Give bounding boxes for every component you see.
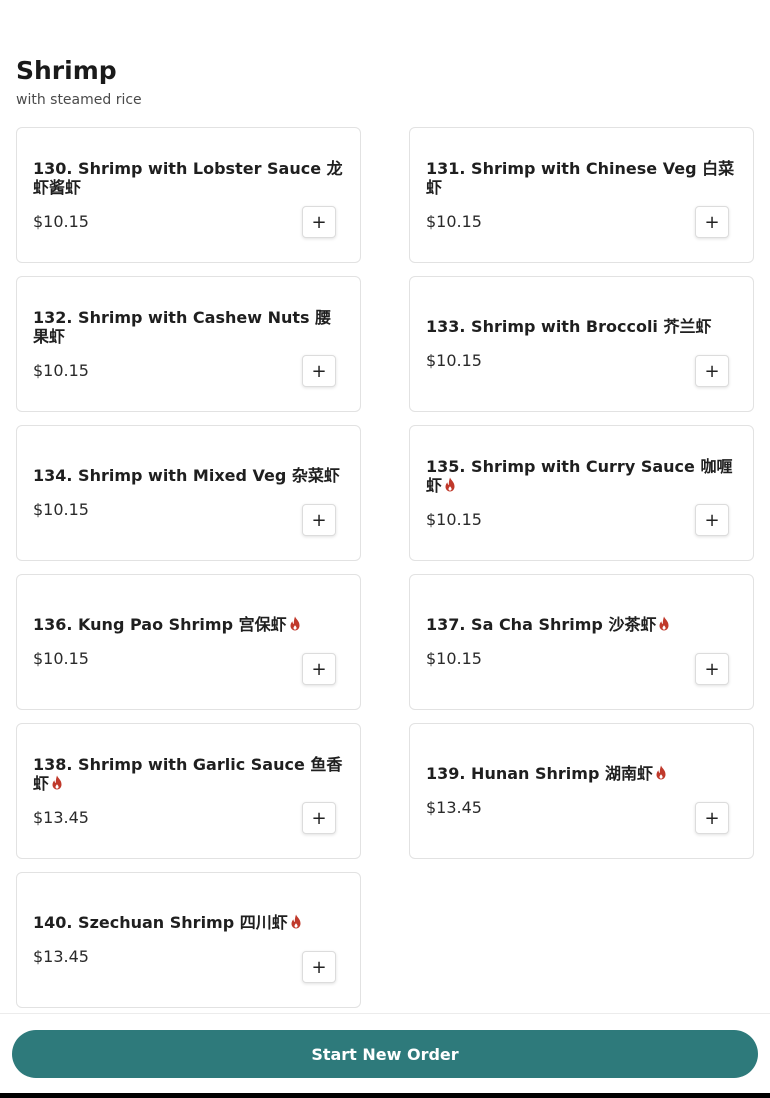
menu-item-name: 133. Shrimp with Broccoli 芥兰虾: [426, 317, 737, 336]
menu-item-card[interactable]: 134. Shrimp with Mixed Veg 杂菜虾 $10.15 +: [16, 425, 361, 561]
add-to-cart-button[interactable]: +: [695, 355, 729, 387]
menu-item-body: 133. Shrimp with Broccoli 芥兰虾 $10.15: [426, 277, 737, 411]
bottom-edge-bar: [0, 1093, 770, 1098]
menu-item-name-chinese: 宫保虾: [238, 615, 287, 634]
menu-item-body: 139. Hunan Shrimp 湖南虾 $13.45: [426, 724, 737, 858]
menu-item-body: 130. Shrimp with Lobster Sauce 龙虾酱虾 $10.…: [33, 128, 344, 262]
menu-item-name-english: 135. Shrimp with Curry Sauce: [426, 456, 695, 476]
menu-item-card[interactable]: 133. Shrimp with Broccoli 芥兰虾 $10.15 +: [409, 276, 754, 412]
menu-item-card[interactable]: 132. Shrimp with Cashew Nuts 腰果虾 $10.15 …: [16, 276, 361, 412]
menu-item-name-english: 131. Shrimp with Chinese Veg: [426, 158, 697, 178]
flame-icon: [445, 477, 455, 491]
menu-item-price: $13.45: [33, 947, 89, 966]
flame-icon: [290, 616, 300, 631]
menu-item-price: $13.45: [33, 807, 89, 827]
add-to-cart-button[interactable]: +: [695, 802, 729, 834]
menu-item-body: 131. Shrimp with Chinese Veg 白菜虾 $10.15: [426, 128, 737, 262]
menu-item-body: 134. Shrimp with Mixed Veg 杂菜虾 $10.15: [33, 426, 344, 560]
menu-item-name-english: 136. Kung Pao Shrimp: [33, 615, 234, 634]
menu-item-body: 136. Kung Pao Shrimp 宫保虾 $10.15: [33, 575, 344, 709]
menu-item-name-english: 140. Szechuan Shrimp: [33, 913, 235, 932]
menu-item-name-chinese: 四川虾: [239, 913, 288, 932]
footer-bar: Start New Order: [0, 1013, 770, 1094]
menu-item-name: 135. Shrimp with Curry Sauce 咖喱虾: [426, 457, 737, 495]
menu-item-name: 138. Shrimp with Garlic Sauce 鱼香虾: [33, 755, 344, 793]
section-title: Shrimp: [16, 56, 117, 85]
menu-item-name: 131. Shrimp with Chinese Veg 白菜虾: [426, 159, 737, 197]
menu-item-price: $10.15: [33, 360, 89, 380]
add-to-cart-button[interactable]: +: [695, 206, 729, 238]
menu-item-name: 137. Sa Cha Shrimp 沙茶虾: [426, 615, 737, 634]
add-to-cart-button[interactable]: +: [302, 653, 336, 685]
menu-item-grid: 130. Shrimp with Lobster Sauce 龙虾酱虾 $10.…: [16, 127, 754, 1008]
menu-item-name: 130. Shrimp with Lobster Sauce 龙虾酱虾: [33, 159, 344, 197]
flame-icon: [659, 616, 669, 631]
menu-item-price: $10.15: [426, 351, 482, 370]
menu-item-name-english: 132. Shrimp with Cashew Nuts: [33, 307, 310, 327]
start-new-order-button[interactable]: Start New Order: [12, 1030, 758, 1078]
menu-item-price: $10.15: [33, 500, 89, 519]
add-to-cart-button[interactable]: +: [695, 653, 729, 685]
flame-icon: [52, 775, 62, 789]
add-to-cart-button[interactable]: +: [695, 504, 729, 536]
add-to-cart-button[interactable]: +: [302, 802, 336, 834]
menu-item-price: $10.15: [426, 649, 482, 668]
section-header: Shrimp with steamed rice: [16, 54, 142, 109]
menu-item-name-chinese: 芥兰虾: [663, 317, 712, 336]
menu-item-body: 135. Shrimp with Curry Sauce 咖喱虾 $10.15: [426, 426, 737, 560]
menu-item-name-english: 137. Sa Cha Shrimp: [426, 615, 603, 634]
menu-item-body: 137. Sa Cha Shrimp 沙茶虾 $10.15: [426, 575, 737, 709]
menu-item-name-english: 130. Shrimp with Lobster Sauce: [33, 158, 322, 178]
menu-item-body: 132. Shrimp with Cashew Nuts 腰果虾 $10.15: [33, 277, 344, 411]
flame-icon: [291, 914, 301, 929]
menu-item-name-english: 134. Shrimp with Mixed Veg: [33, 466, 287, 485]
flame-icon: [656, 765, 666, 780]
menu-item-name: 139. Hunan Shrimp 湖南虾: [426, 764, 737, 783]
menu-item-price: $13.45: [426, 798, 482, 817]
menu-item-name: 136. Kung Pao Shrimp 宫保虾: [33, 615, 344, 634]
menu-item-card[interactable]: 137. Sa Cha Shrimp 沙茶虾 $10.15 +: [409, 574, 754, 710]
menu-item-name: 140. Szechuan Shrimp 四川虾: [33, 913, 344, 932]
menu-item-price: $10.15: [426, 509, 482, 529]
menu-item-card[interactable]: 135. Shrimp with Curry Sauce 咖喱虾 $10.15 …: [409, 425, 754, 561]
menu-item-body: 140. Szechuan Shrimp 四川虾 $13.45: [33, 873, 344, 1007]
menu-item-name-english: 133. Shrimp with Broccoli: [426, 317, 658, 336]
add-to-cart-button[interactable]: +: [302, 206, 336, 238]
add-to-cart-button[interactable]: +: [302, 355, 336, 387]
menu-item-name-english: 138. Shrimp with Garlic Sauce: [33, 754, 305, 774]
menu-item-card[interactable]: 130. Shrimp with Lobster Sauce 龙虾酱虾 $10.…: [16, 127, 361, 263]
menu-item-price: $10.15: [426, 211, 482, 231]
menu-item-name: 132. Shrimp with Cashew Nuts 腰果虾: [33, 308, 344, 346]
menu-item-card[interactable]: 131. Shrimp with Chinese Veg 白菜虾 $10.15 …: [409, 127, 754, 263]
section-subtitle: with steamed rice: [16, 92, 142, 108]
menu-item-card[interactable]: 140. Szechuan Shrimp 四川虾 $13.45 +: [16, 872, 361, 1008]
menu-item-price: $10.15: [33, 649, 89, 668]
menu-item-price: $10.15: [33, 211, 89, 231]
menu-item-name-english: 139. Hunan Shrimp: [426, 764, 600, 783]
add-to-cart-button[interactable]: +: [302, 951, 336, 983]
menu-item-card[interactable]: 138. Shrimp with Garlic Sauce 鱼香虾 $13.45…: [16, 723, 361, 859]
menu-item-name-chinese: 沙茶虾: [608, 615, 657, 634]
menu-item-name-chinese: 湖南虾: [604, 764, 653, 783]
menu-item-name: 134. Shrimp with Mixed Veg 杂菜虾: [33, 466, 344, 485]
menu-page: Shrimp with steamed rice 130. Shrimp wit…: [0, 0, 770, 1098]
menu-item-body: 138. Shrimp with Garlic Sauce 鱼香虾 $13.45: [33, 724, 344, 858]
add-to-cart-button[interactable]: +: [302, 504, 336, 536]
menu-item-name-chinese: 杂菜虾: [291, 466, 340, 485]
menu-item-card[interactable]: 139. Hunan Shrimp 湖南虾 $13.45 +: [409, 723, 754, 859]
menu-item-card[interactable]: 136. Kung Pao Shrimp 宫保虾 $10.15 +: [16, 574, 361, 710]
